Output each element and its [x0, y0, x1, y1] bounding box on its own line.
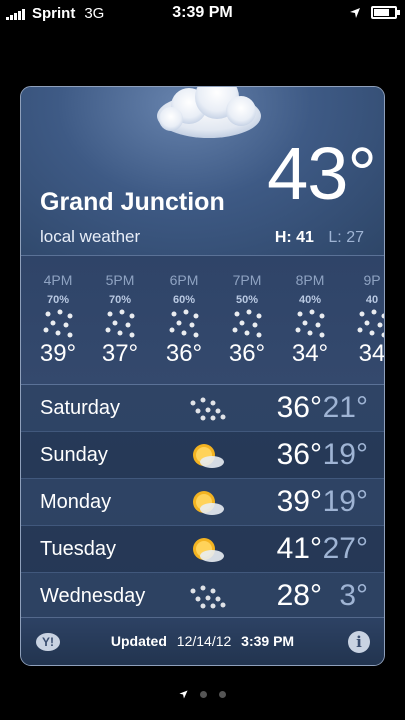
- daily-row: Sunday 36° 19°: [21, 432, 384, 479]
- day-low: 27°: [322, 532, 368, 565]
- snow-icon: [190, 585, 226, 609]
- snow-icon: [89, 306, 151, 342]
- precip-chance: 70%: [108, 294, 132, 306]
- hour-time: 7PM: [232, 272, 262, 288]
- hour-temperature: 36°: [228, 340, 266, 367]
- day-high: 36°: [276, 391, 322, 424]
- day-name: Sunday: [40, 444, 108, 466]
- hour-time: 4PM: [43, 272, 73, 288]
- precip-chance: 50%: [235, 294, 259, 306]
- info-button[interactable]: i: [348, 631, 370, 653]
- high-low: H: 41 L: 27: [275, 229, 364, 247]
- precip-chance: 40%: [298, 294, 322, 306]
- city-name: Grand Junction: [40, 188, 225, 216]
- hourly-item: 5PM 70% 37°: [89, 272, 151, 368]
- partly-sunny-icon: [193, 491, 224, 515]
- page-indicator[interactable]: [0, 690, 405, 699]
- hourly-item: 7PM 50% 36°: [216, 272, 278, 368]
- day-name: Monday: [40, 491, 112, 513]
- day-low: 19°: [322, 485, 368, 518]
- hour-temperature: 39°: [39, 340, 77, 367]
- daily-row: Tuesday 41° 27°: [21, 526, 384, 573]
- daily-row: Wednesday 28° 3°: [21, 573, 384, 620]
- daily-forecast: Saturday 36° 21° Sunday 36° 19° Monday 3…: [21, 385, 384, 620]
- weather-card[interactable]: Grand Junction local weather 43° H: 41 L…: [20, 86, 385, 666]
- day-low: 19°: [322, 438, 368, 471]
- day-low: 21°: [322, 391, 368, 424]
- updated-label: Updated: [110, 633, 167, 649]
- hour-time: 8PM: [295, 272, 325, 288]
- snow-icon: [27, 306, 89, 342]
- day-high: 36°: [276, 438, 322, 471]
- current-temperature: 43°: [267, 132, 377, 215]
- day-name: Saturday: [40, 397, 121, 419]
- location-arrow-icon: [179, 690, 188, 699]
- page-dot: [219, 691, 226, 698]
- partly-sunny-icon: [193, 538, 224, 562]
- daily-row: Saturday 36° 21°: [21, 385, 384, 432]
- hour-temperature: 36°: [165, 340, 203, 367]
- day-high: 41°: [276, 532, 322, 565]
- high-temperature: H: 41: [274, 229, 314, 246]
- hourly-forecast[interactable]: 4PM 70% 39° 5PM 70% 37° 6PM 60% 36° 7PM …: [21, 256, 384, 384]
- snow-icon: [153, 306, 215, 342]
- hour-temperature: 37°: [101, 340, 139, 367]
- hour-temperature: 34: [358, 340, 384, 367]
- battery-icon: [371, 6, 400, 19]
- hourly-item: 4PM 70% 39°: [27, 272, 89, 368]
- precip-chance: 40: [365, 294, 379, 306]
- daily-row: Monday 39° 19°: [21, 479, 384, 526]
- hour-time: 5PM: [105, 272, 135, 288]
- day-name: Tuesday: [40, 538, 116, 560]
- day-low: 3°: [339, 579, 368, 612]
- page-dot: [200, 691, 207, 698]
- current-conditions: Grand Junction local weather 43° H: 41 L…: [21, 87, 384, 255]
- hourly-item: 8PM 40% 34°: [279, 272, 341, 368]
- location-arrow-icon: [350, 7, 360, 18]
- partly-sunny-icon: [193, 444, 224, 468]
- day-high: 28°: [276, 579, 322, 612]
- updated-date: 12/14/12: [176, 633, 232, 649]
- cloud-icon: [157, 87, 261, 138]
- card-footer: Y! Updated 12/14/12 3:39 PM i: [21, 617, 384, 665]
- snow-icon: [341, 306, 384, 342]
- hourly-item: 6PM 60% 36°: [153, 272, 215, 368]
- precip-chance: 70%: [46, 294, 70, 306]
- snow-icon: [279, 306, 341, 342]
- snow-icon: [216, 306, 278, 342]
- low-temperature: L: 27: [328, 229, 364, 246]
- snow-icon: [190, 397, 226, 421]
- status-bar: Sprint 3G 3:39 PM: [0, 0, 405, 28]
- day-high: 39°: [276, 485, 322, 518]
- updated-status: Updated 12/14/12 3:39 PM: [21, 633, 384, 649]
- hour-temperature: 34°: [291, 340, 329, 367]
- day-name: Wednesday: [40, 585, 146, 607]
- status-time: 3:39 PM: [172, 4, 233, 21]
- location-subtitle: local weather: [40, 227, 141, 246]
- updated-time: 3:39 PM: [241, 633, 295, 649]
- precip-chance: 60%: [172, 294, 196, 306]
- status-right: [349, 6, 400, 19]
- hour-time: 6PM: [169, 272, 199, 288]
- hourly-item: 9P 40 34: [341, 272, 384, 368]
- hour-time: 9P: [363, 272, 381, 288]
